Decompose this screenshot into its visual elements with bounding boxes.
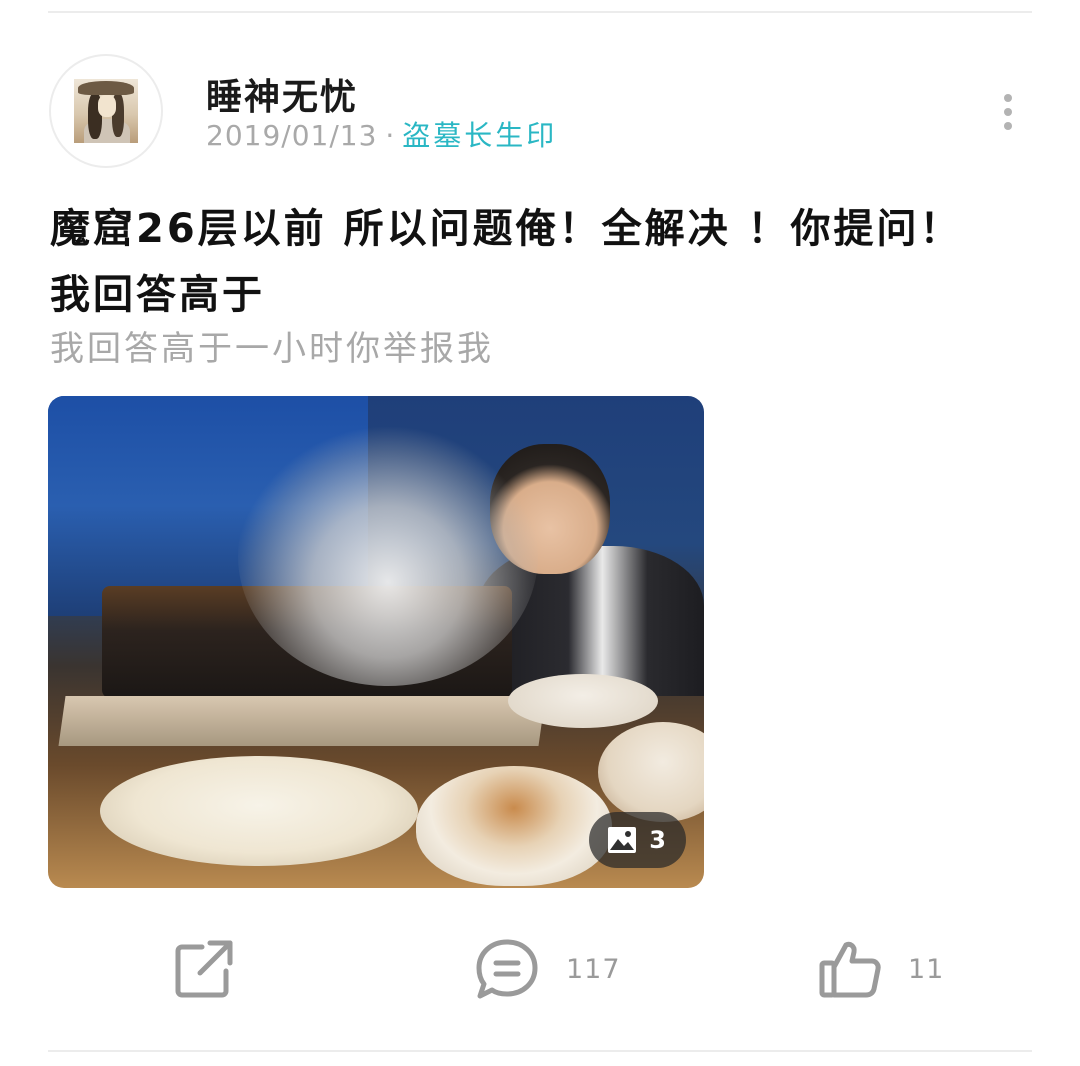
share-icon — [175, 940, 233, 998]
more-dot-icon — [1004, 94, 1012, 102]
post-meta: 2019/01/13 · 盗墓长生印 — [206, 114, 557, 154]
image-count: 3 — [649, 826, 666, 854]
more-options-button[interactable] — [992, 90, 1024, 134]
like-button[interactable]: 11 — [818, 936, 944, 1002]
comment-icon — [476, 939, 538, 999]
image-count-badge: 3 — [589, 812, 686, 868]
post-summary[interactable]: 我回答高于一小时你举报我 — [50, 324, 1010, 374]
like-count: 11 — [908, 953, 945, 985]
meta-separator: · — [385, 119, 395, 152]
image-icon — [608, 827, 637, 853]
post-date: 2019/01/13 — [206, 119, 378, 152]
comment-count: 117 — [566, 953, 621, 985]
top-divider — [48, 11, 1032, 13]
post-title[interactable]: 魔窟26层以前 所以问题俺！全解决 ！你提问！我回答高于 — [50, 196, 990, 328]
more-dot-icon — [1004, 122, 1012, 130]
share-button[interactable] — [172, 936, 236, 1002]
bottom-divider — [48, 1050, 1032, 1052]
thumbs-up-icon — [819, 941, 881, 998]
author-name[interactable]: 睡神无忧 — [206, 68, 358, 120]
topic-link[interactable]: 盗墓长生印 — [402, 114, 557, 154]
avatar[interactable] — [49, 54, 163, 168]
comment-button[interactable]: 117 — [474, 936, 621, 1002]
avatar-image — [74, 79, 138, 143]
post-image[interactable]: 3 — [48, 396, 704, 888]
more-dot-icon — [1004, 108, 1012, 116]
